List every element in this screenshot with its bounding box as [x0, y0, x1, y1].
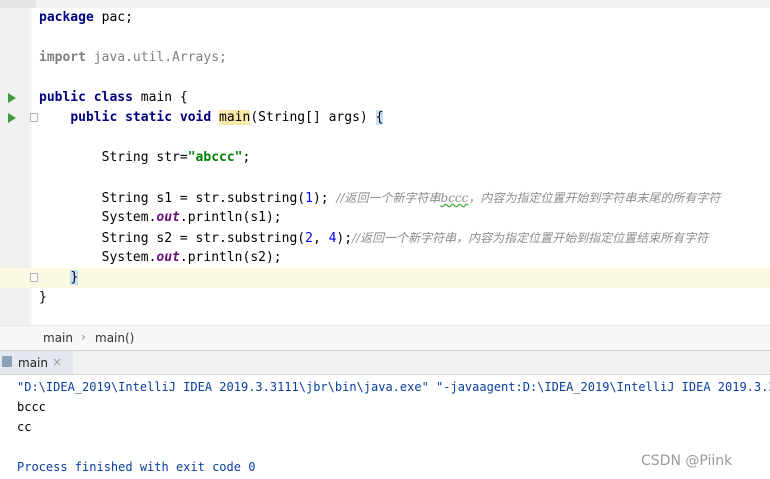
str-declaration: String str= [39, 150, 188, 165]
method-name-highlight: main [219, 110, 251, 125]
number-literal: 1 [305, 191, 313, 206]
arg-separator: , [312, 231, 329, 246]
breadcrumb-separator: › [81, 330, 86, 344]
console-command-line: "D:\IDEA_2019\IntelliJ IDEA 2019.3.3111\… [17, 380, 770, 394]
static-field: out [156, 210, 180, 225]
string-literal: "abccc" [187, 150, 243, 165]
s2-declaration: String s2 = str.substring( [39, 231, 306, 246]
code-line-14-current: } [0, 268, 770, 288]
console-tab-icon [2, 356, 12, 367]
package-name: pac; [93, 10, 133, 25]
run-tab-label: main [18, 356, 48, 370]
code-line-11: System.out.println(s1); [0, 208, 770, 228]
static-field: out [156, 250, 180, 265]
run-icon[interactable] [8, 93, 16, 103]
line-comment-rest: ，内容为指定位置开始到字符串末尾的所有字符 [468, 191, 721, 205]
comment-typo-word: bccc [440, 191, 469, 205]
number-literal: 2 [305, 231, 313, 246]
class-close-brace: } [39, 290, 47, 305]
code-line-3: import java.util.Arrays; [0, 48, 770, 68]
code-editor[interactable]: package pac; import java.util.Arrays; pu… [0, 8, 770, 325]
class-keywords: public class [39, 90, 133, 105]
method-params: (String[] args) [250, 110, 376, 125]
watermark: CSDN @Piink [641, 453, 733, 469]
fold-icon[interactable] [30, 273, 38, 282]
code-line-8: String str="abccc"; [0, 148, 770, 168]
code-line-13: System.out.println(s2); [0, 248, 770, 268]
code-line-15: } [0, 288, 770, 308]
run-tool-window-tabs: main × [0, 351, 770, 375]
breadcrumb-class[interactable]: main [43, 331, 73, 345]
system-call: System. [39, 250, 157, 265]
statement-end: ; [242, 150, 251, 165]
code-line-6: public static void main(String[] args) { [0, 108, 770, 128]
close-icon[interactable]: × [52, 355, 62, 369]
import-keyword: import [39, 50, 86, 65]
close-brace-highlight: } [70, 270, 79, 285]
class-declaration: main { [132, 90, 188, 105]
method-keywords: public static void [70, 110, 212, 125]
run-tab-main[interactable]: main × [0, 351, 73, 374]
code-line-10: String s1 = str.substring(1); //返回一个新字符串… [0, 188, 770, 208]
statement-end: ); [336, 231, 353, 246]
current-line-gutter [0, 268, 30, 288]
s1-declaration: String s1 = str.substring( [39, 191, 306, 206]
breadcrumb-method[interactable]: main() [95, 331, 134, 345]
system-call: System. [39, 210, 157, 225]
console-output-line: cc [17, 420, 32, 434]
run-icon[interactable] [8, 113, 16, 123]
code-line-1: package pac; [0, 8, 770, 28]
console-output-line: bccc [17, 400, 46, 414]
console-exit-message: Process finished with exit code 0 [17, 460, 256, 474]
line-comment: //返回一个新字符串，内容为指定位置开始到指定位置结束所有字符 [352, 231, 709, 245]
import-name: java.util.Arrays; [85, 50, 227, 65]
package-keyword: package [39, 10, 94, 25]
top-tab-notch [0, 0, 36, 8]
statement-end: ); [312, 191, 337, 206]
println-call: .println(s1); [179, 210, 282, 225]
line-comment: //返回一个新字符串 [336, 191, 441, 205]
code-line-12: String s2 = str.substring(2, 4);//返回一个新字… [0, 228, 770, 248]
open-brace-highlight: { [375, 110, 384, 125]
breadcrumb: main › main() [0, 325, 770, 351]
code-line-5: public class main { [0, 88, 770, 108]
println-call: .println(s2); [179, 250, 282, 265]
fold-icon[interactable] [30, 113, 38, 122]
